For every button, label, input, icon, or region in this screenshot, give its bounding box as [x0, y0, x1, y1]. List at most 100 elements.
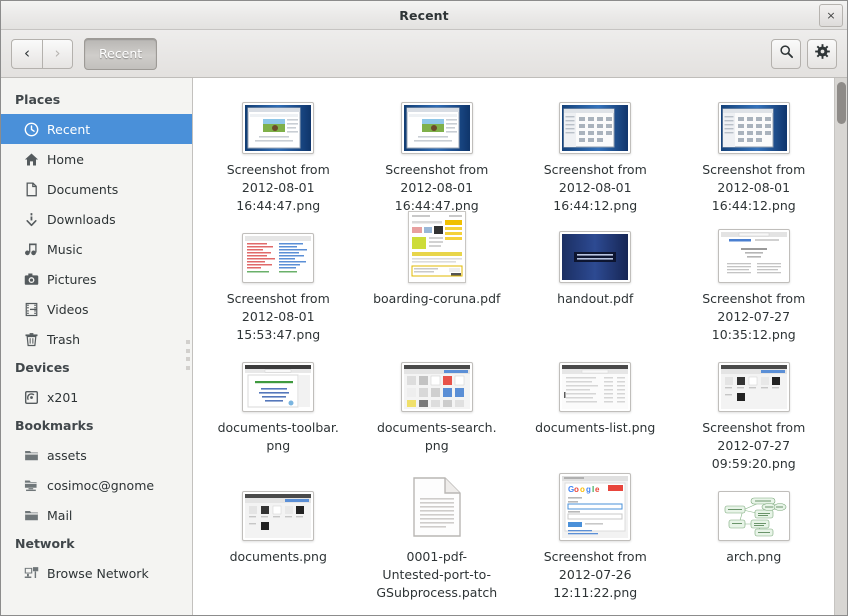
sidebar-item-label: x201	[47, 389, 79, 405]
file-thumbnail	[559, 92, 632, 154]
file-item[interactable]: documents-list.png	[516, 344, 675, 473]
svg-text:e: e	[595, 485, 600, 494]
file-name: documents-list.png	[535, 420, 656, 435]
screenshot-google-icon: G o o g l e	[559, 473, 632, 541]
music-icon	[23, 241, 39, 257]
sidebar-item-recent[interactable]: Recent	[1, 114, 192, 144]
folder-icon	[23, 507, 39, 523]
gear-icon	[814, 44, 830, 63]
search-button[interactable]	[771, 38, 801, 69]
sidebar-item-browse-network[interactable]: Browse Network	[1, 558, 192, 588]
sidebar-item-label: Home	[47, 151, 84, 167]
sidebar-heading-network: Network	[15, 536, 75, 551]
sidebar-item-label: Mail	[47, 507, 73, 523]
svg-text:o: o	[580, 485, 585, 494]
titlebar: Recent ×	[1, 1, 847, 30]
file-item[interactable]: Screenshot from 2012-08-01 16:44:12.png	[516, 86, 675, 215]
file-thumbnail	[242, 221, 315, 283]
screenshot-slide-icon	[242, 362, 315, 412]
file-item[interactable]: Screenshot from 2012-08-01 16:44:47.png	[199, 86, 358, 215]
scrollbar-thumb[interactable]	[837, 82, 846, 124]
file-item[interactable]: Screenshot from 2012-08-01 16:44:47.png	[358, 86, 517, 215]
screenshot-grid-icon	[717, 102, 790, 154]
file-manager-window: Recent × ‹ › Recent Places Recent Home D…	[0, 0, 848, 616]
sidebar-item-music[interactable]: Music	[1, 234, 192, 264]
sidebar-item-label: Videos	[47, 301, 89, 317]
toolbar: ‹ › Recent	[1, 30, 847, 78]
breadcrumb-label: Recent	[99, 46, 143, 61]
file-item[interactable]: documents.png	[199, 473, 358, 602]
trash-icon	[23, 331, 39, 347]
screenshot-docs-icon	[717, 362, 790, 412]
file-item[interactable]: documents-toolbar. png	[199, 344, 358, 473]
file-thumbnail	[559, 350, 632, 412]
file-item[interactable]: handout.pdf	[516, 215, 675, 344]
sidebar-item-label: Downloads	[47, 211, 116, 227]
file-name: documents-search. png	[376, 420, 497, 453]
window-title: Recent	[399, 7, 449, 23]
sidebar-item-downloads[interactable]: Downloads	[1, 204, 192, 234]
window-body: Places Recent Home Documents Downloads M…	[1, 78, 847, 615]
back-button[interactable]: ‹	[11, 38, 42, 69]
close-icon: ×	[826, 9, 836, 22]
remote-folder-icon	[23, 477, 39, 493]
file-item[interactable]: Screenshot from 2012-07-27 10:35:12.png	[675, 215, 834, 344]
folder-icon	[23, 447, 39, 463]
file-item[interactable]: Screenshot from 2012-08-01 16:44:12.png	[675, 86, 834, 215]
home-icon	[23, 151, 39, 167]
screenshot-code-icon	[242, 233, 315, 283]
file-item[interactable]: G o o g l e Screenshot from 2012-07-26 1…	[516, 473, 675, 602]
sidebar-heading-devices: Devices	[15, 360, 70, 375]
file-name: Screenshot from 2012-08-01 16:44:47.png	[226, 162, 330, 213]
file-item[interactable]: documents-search. png	[358, 344, 517, 473]
file-name: Screenshot from 2012-08-01 16:44:12.png	[543, 162, 647, 213]
sidebar-item-cosimoc-gnome[interactable]: cosimoc@gnome	[1, 470, 192, 500]
sidebar-item-label: Pictures	[47, 271, 97, 287]
camera-icon	[23, 271, 39, 287]
drive-icon	[23, 389, 39, 405]
sidebar-item-documents[interactable]: Documents	[1, 174, 192, 204]
sidebar-item-mail[interactable]: Mail	[1, 500, 192, 530]
file-item[interactable]: Screenshot from 2012-08-01 15:53:47.png	[199, 215, 358, 344]
file-item[interactable]: boarding-coruna.pdf	[358, 211, 517, 344]
svg-text:g: g	[586, 485, 591, 494]
sidebar-item-home[interactable]: Home	[1, 144, 192, 174]
file-name: documents.png	[229, 549, 327, 564]
file-thumbnail	[407, 211, 466, 283]
file-thumbnail	[717, 350, 790, 412]
file-thumbnail	[412, 477, 462, 541]
text-file-icon	[412, 477, 462, 541]
file-item[interactable]: Screenshot from 2012-07-27 09:59:20.png	[675, 344, 834, 473]
screenshot-docsgrid-icon	[400, 362, 473, 412]
file-item[interactable]: arch.png	[675, 473, 834, 602]
sidebar-item-x201[interactable]: x201	[1, 382, 192, 412]
file-name: Screenshot from 2012-07-27 09:59:20.png	[702, 420, 806, 471]
sidebar-item-videos[interactable]: Videos	[1, 294, 192, 324]
navigation-button-group: ‹ ›	[11, 38, 73, 69]
file-name: Screenshot from 2012-07-27 10:35:12.png	[702, 291, 806, 342]
sidebar-resize-grip[interactable]	[186, 340, 190, 370]
network-icon	[23, 565, 39, 581]
sidebar-item-pictures[interactable]: Pictures	[1, 264, 192, 294]
settings-button[interactable]	[807, 38, 837, 69]
sidebar-item-label: Documents	[47, 181, 119, 197]
sidebar-item-label: cosimoc@gnome	[47, 477, 155, 493]
diagram-arch-icon	[717, 491, 790, 541]
file-thumbnail	[400, 350, 473, 412]
screenshot-text-icon	[717, 229, 790, 283]
close-button[interactable]: ×	[819, 4, 843, 27]
file-thumbnail	[242, 350, 315, 412]
breadcrumb-recent[interactable]: Recent	[84, 37, 158, 70]
search-icon	[779, 44, 794, 63]
pdf-handout-icon	[559, 231, 632, 283]
file-item[interactable]: 0001-pdf- Untested-port-to- GSubprocess.…	[358, 473, 517, 602]
toolbar-right-group	[771, 38, 837, 69]
vertical-scrollbar[interactable]	[834, 78, 847, 615]
sidebar-item-trash[interactable]: Trash	[1, 324, 192, 354]
screenshot-docs-icon	[242, 491, 315, 541]
sidebar-item-assets[interactable]: assets	[1, 440, 192, 470]
screenshot-grid-icon	[559, 102, 632, 154]
forward-button[interactable]: ›	[42, 38, 73, 69]
sidebar-item-label: assets	[47, 447, 87, 463]
file-grid: Screenshot from 2012-08-01 16:44:47.png	[193, 78, 847, 602]
